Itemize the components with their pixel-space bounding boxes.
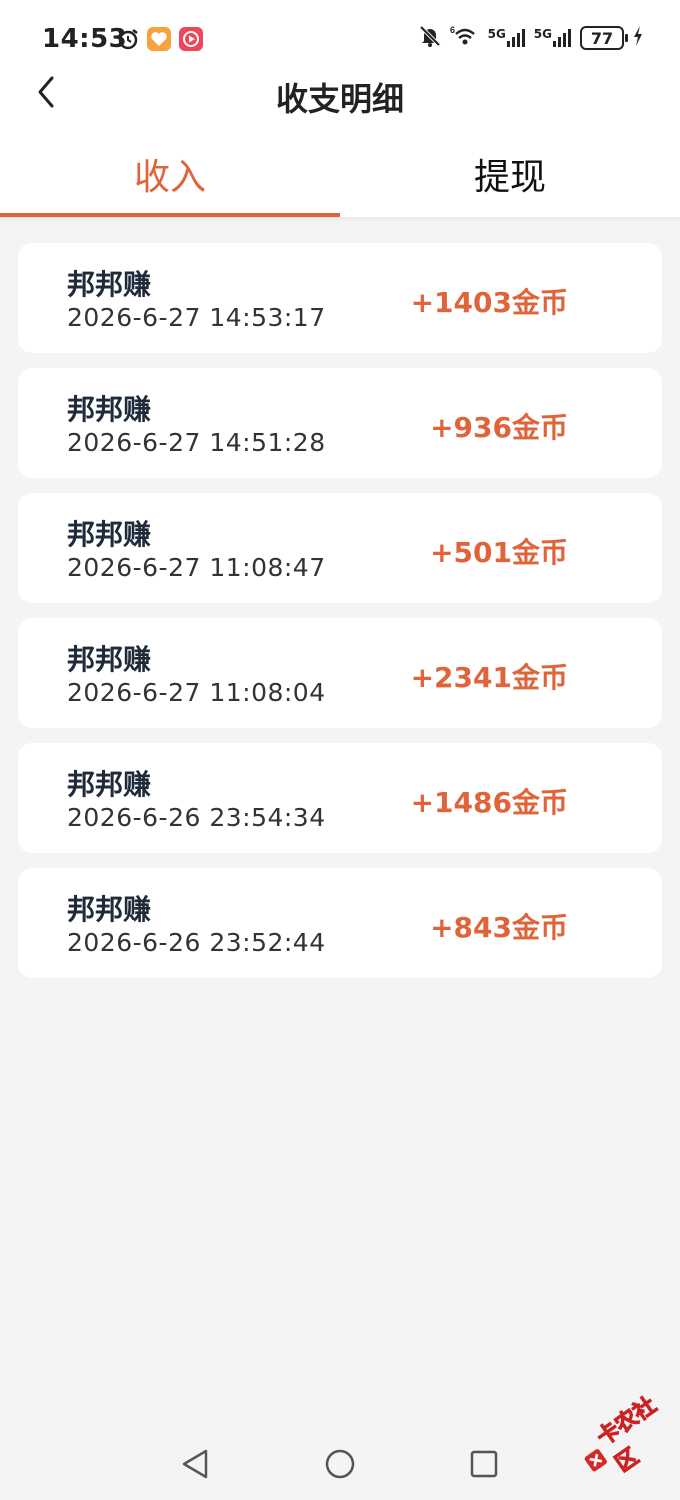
signal-5g-label: 5G: [487, 27, 506, 41]
app-header: 收支明细: [0, 62, 680, 124]
wifi-icon: 6: [450, 24, 480, 52]
record-time: 2026-6-27 14:53:17: [67, 303, 326, 332]
tab-bar: 收入 提现: [0, 130, 680, 217]
record-time: 2026-6-26 23:54:34: [67, 803, 326, 832]
record-card[interactable]: 邦邦赚 2026-6-27 14:51:28 +936金币: [18, 368, 662, 478]
record-card[interactable]: 邦邦赚 2026-6-26 23:54:34 +1486金币: [18, 743, 662, 853]
signal-5g-label-2: 5G: [533, 27, 552, 41]
battery-icon: 77: [580, 26, 628, 50]
record-amount: +1403金币: [410, 286, 568, 319]
record-card[interactable]: 邦邦赚 2026-6-26 23:52:44 +843金币: [18, 868, 662, 978]
tab-withdraw-label: 提现: [473, 156, 546, 198]
record-source: 邦邦赚: [67, 268, 152, 301]
system-home-button[interactable]: [320, 1444, 360, 1484]
record-time: 2026-6-27 14:51:28: [67, 428, 326, 457]
record-card[interactable]: 邦邦赚 2026-6-27 11:08:47 +501金币: [18, 493, 662, 603]
status-time: 14:53: [42, 24, 128, 54]
record-card[interactable]: 邦邦赚 2026-6-27 11:08:04 +2341金币: [18, 618, 662, 728]
tab-withdraw[interactable]: 提现: [340, 130, 680, 217]
record-source: 邦邦赚: [67, 643, 152, 676]
record-time: 2026-6-26 23:52:44: [67, 928, 326, 957]
system-recents-button[interactable]: [464, 1444, 504, 1484]
mute-bell-icon: [418, 24, 442, 52]
record-source: 邦邦赚: [67, 893, 152, 926]
recents-square-icon: [470, 1450, 498, 1478]
record-source: 邦邦赚: [67, 518, 152, 551]
app-video-icon: [178, 26, 204, 56]
system-back-button[interactable]: [175, 1444, 215, 1484]
wifi-label: 6: [450, 25, 455, 35]
tab-income[interactable]: 收入: [0, 130, 340, 217]
top-section: 14:53 6 5G 5G 77 收支明细 收入 提现: [0, 0, 680, 217]
back-triangle-icon: [182, 1449, 208, 1479]
record-card[interactable]: 邦邦赚 2026-6-27 14:53:17 +1403金币: [18, 243, 662, 353]
tab-divider: [0, 217, 680, 223]
app-heart-icon: [146, 26, 172, 56]
record-amount: +501金币: [430, 536, 568, 569]
record-source: 邦邦赚: [67, 768, 152, 801]
tab-income-label: 收入: [133, 156, 206, 198]
record-amount: +1486金币: [410, 786, 568, 819]
record-amount: +936金币: [430, 411, 568, 444]
page-title: 收支明细: [275, 80, 404, 118]
signal-5g-icon: 5G: [488, 27, 526, 49]
status-left-icons: [116, 26, 204, 56]
record-source: 邦邦赚: [67, 393, 152, 426]
alarm-icon: [116, 27, 140, 55]
charging-icon: [632, 25, 644, 51]
record-time: 2026-6-27 11:08:04: [67, 678, 326, 707]
record-amount: +843金币: [430, 911, 568, 944]
signal-5g-icon-2: 5G: [534, 27, 572, 49]
record-list: 邦邦赚 2026-6-27 14:53:17 +1403金币 邦邦赚 2026-…: [18, 243, 662, 993]
home-circle-icon: [325, 1449, 355, 1479]
status-right-icons: 6 5G 5G 77: [418, 24, 644, 52]
record-time: 2026-6-27 11:08:47: [67, 553, 326, 582]
record-amount: +2341金币: [410, 661, 568, 694]
